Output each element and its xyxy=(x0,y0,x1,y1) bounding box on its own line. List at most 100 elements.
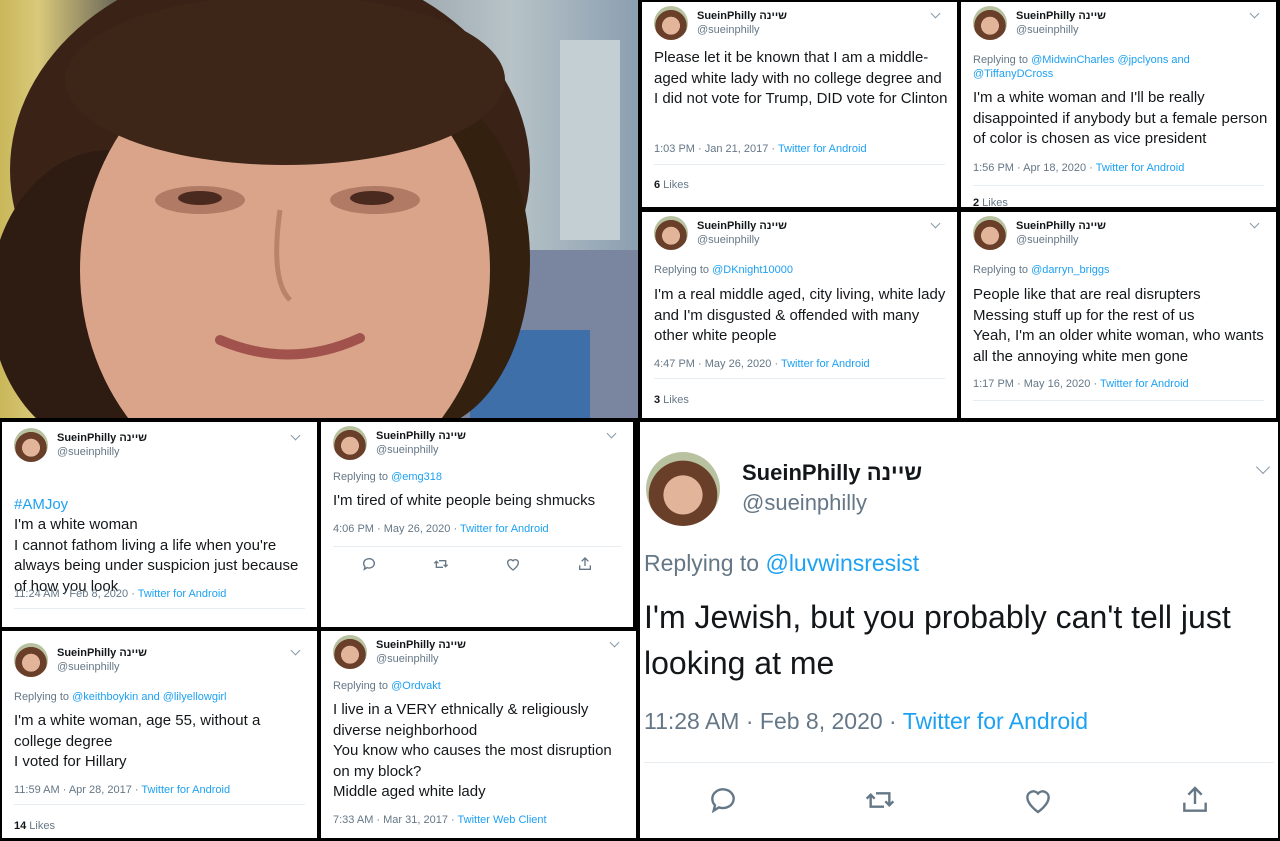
display-name[interactable]: SueinPhilly שיינה xyxy=(57,432,147,444)
tweet-card[interactable]: SueinPhilly שיינה @sueinphilly Please le… xyxy=(642,2,957,207)
display-name[interactable]: SueinPhilly שיינה xyxy=(697,10,787,22)
replying-label: Replying to xyxy=(333,680,392,692)
avatar[interactable] xyxy=(333,426,367,460)
tweet-source[interactable]: Twitter for Android xyxy=(141,784,230,796)
retweet-icon[interactable] xyxy=(864,784,896,816)
divider xyxy=(333,546,621,547)
share-icon[interactable] xyxy=(577,556,593,572)
tweet-time[interactable]: 1:56 PM · Apr 18, 2020 · xyxy=(973,162,1096,174)
likes-count[interactable]: 14 Likes xyxy=(14,820,55,832)
tweet-time[interactable]: 7:33 AM · Mar 31, 2017 · xyxy=(333,814,458,826)
tweet-source[interactable]: Twitter Web Client xyxy=(458,814,547,826)
tweet-card[interactable]: SueinPhilly שיינה @sueinphilly Replying … xyxy=(321,631,636,838)
hashtag-link[interactable]: #AMJoy xyxy=(14,496,68,513)
chevron-down-icon[interactable] xyxy=(290,645,301,656)
tweet-text: I live in a VERY ethnically & religiousl… xyxy=(333,701,612,800)
user-handle[interactable]: @sueinphilly xyxy=(57,446,120,458)
reply-icon[interactable] xyxy=(707,784,739,816)
user-handle[interactable]: @sueinphilly xyxy=(1016,234,1079,246)
tweet-time[interactable]: 1:17 PM · May 16, 2020 · xyxy=(973,378,1100,390)
likes-count[interactable]: 2 Likes xyxy=(973,197,1008,207)
avatar[interactable] xyxy=(654,216,688,250)
like-heart-icon[interactable] xyxy=(1022,784,1054,816)
tweet-timestamp: 4:06 PM · May 26, 2020 · Twitter for And… xyxy=(333,523,549,535)
tweet-time[interactable]: 11:24 AM · Feb 8, 2020 · xyxy=(14,588,138,600)
tweet-card[interactable]: SueinPhilly שיינה @sueinphilly Replying … xyxy=(2,631,317,838)
tweet-time[interactable]: 11:28 AM · Feb 8, 2020 · xyxy=(644,708,903,734)
avatar[interactable] xyxy=(654,6,688,40)
user-handle[interactable]: @sueinphilly xyxy=(697,24,760,36)
display-name[interactable]: SueinPhilly שיינה xyxy=(1016,220,1106,232)
reply-mention-link[interactable]: @luvwinsresist xyxy=(765,550,919,576)
reply-mention-link[interactable]: @emg318 xyxy=(391,471,442,483)
user-handle[interactable]: @sueinphilly xyxy=(697,234,760,246)
user-handle[interactable]: @sueinphilly xyxy=(742,490,867,516)
tweet-source[interactable]: Twitter for Android xyxy=(781,358,870,370)
likes-count[interactable]: 3 Likes xyxy=(654,394,689,406)
tweet-card[interactable]: SueinPhilly שיינה @sueinphilly Replying … xyxy=(961,2,1276,207)
replying-label: Replying to xyxy=(644,550,766,576)
replying-label: Replying to xyxy=(333,471,392,483)
likes-count[interactable]: 6 Likes xyxy=(654,179,689,191)
chevron-down-icon[interactable] xyxy=(1249,8,1260,19)
tweet-card[interactable]: SueinPhilly שיינה @sueinphilly #AMJoy I'… xyxy=(2,422,317,627)
tweet-time[interactable]: 1:03 PM · Jan 21, 2017 · xyxy=(654,143,778,155)
likes-number: 14 xyxy=(14,820,27,832)
tweet-time[interactable]: 11:59 AM · Apr 28, 2017 · xyxy=(14,784,141,796)
tweet-card[interactable]: SueinPhilly שיינה @sueinphilly Replying … xyxy=(321,422,633,627)
user-handle[interactable]: @sueinphilly xyxy=(376,653,439,665)
tweet-source[interactable]: Twitter for Android xyxy=(1100,378,1189,390)
tweet-header: SueinPhilly שיינה @sueinphilly xyxy=(333,426,625,462)
tweet-source[interactable]: Twitter for Android xyxy=(138,588,227,600)
tweet-source[interactable]: Twitter for Android xyxy=(1096,162,1185,174)
tweet-time[interactable]: 4:47 PM · May 26, 2020 · xyxy=(654,358,781,370)
reply-mention-link[interactable]: @darryn_briggs xyxy=(1031,264,1109,276)
display-name[interactable]: SueinPhilly שיינה xyxy=(376,430,466,442)
avatar[interactable] xyxy=(14,643,48,677)
tweet-timestamp: 11:24 AM · Feb 8, 2020 · Twitter for And… xyxy=(14,588,226,600)
tweet-card[interactable]: SueinPhilly שיינה @sueinphilly Replying … xyxy=(961,212,1276,418)
display-name[interactable]: SueinPhilly שיינה xyxy=(697,220,787,232)
chevron-down-icon[interactable] xyxy=(930,218,941,229)
tweet-card[interactable]: SueinPhilly שיינה @sueinphilly Replying … xyxy=(642,212,957,418)
tweet-source[interactable]: Twitter for Android xyxy=(778,143,867,155)
reply-mention-link[interactable]: @Ordvakt xyxy=(391,680,441,692)
display-name[interactable]: SueinPhilly שיינה xyxy=(1016,10,1106,22)
replying-to: Replying to @keithboykin and @lilyellowg… xyxy=(14,691,227,703)
tweet-header: SueinPhilly שיינה @sueinphilly xyxy=(333,635,628,671)
like-heart-icon[interactable] xyxy=(505,556,521,572)
divider xyxy=(973,400,1264,401)
tweet-card-large[interactable]: SueinPhilly שיינה @sueinphilly Replying … xyxy=(640,422,1278,838)
share-icon[interactable] xyxy=(1179,784,1211,816)
user-handle[interactable]: @sueinphilly xyxy=(1016,24,1079,36)
replying-to: Replying to @MidwinCharles @jpclyons and… xyxy=(973,53,1203,81)
reply-icon[interactable] xyxy=(361,556,377,572)
chevron-down-icon[interactable] xyxy=(930,8,941,19)
tweet-time[interactable]: 4:06 PM · May 26, 2020 · xyxy=(333,523,460,535)
divider xyxy=(14,804,305,805)
reply-mention-link[interactable]: @keithboykin and @lilyellowgirl xyxy=(72,691,226,703)
avatar[interactable] xyxy=(646,452,720,526)
avatar[interactable] xyxy=(333,635,367,669)
tweet-source[interactable]: Twitter for Android xyxy=(903,708,1088,734)
display-name[interactable]: SueinPhilly שיינה xyxy=(57,647,147,659)
chevron-down-icon[interactable] xyxy=(1255,459,1271,475)
chevron-down-icon[interactable] xyxy=(606,428,617,439)
retweet-icon[interactable] xyxy=(433,556,449,572)
avatar[interactable] xyxy=(973,216,1007,250)
user-handle[interactable]: @sueinphilly xyxy=(376,444,439,456)
replying-label: Replying to xyxy=(654,264,713,276)
chevron-down-icon[interactable] xyxy=(609,637,620,648)
user-handle[interactable]: @sueinphilly xyxy=(57,661,120,673)
tweet-timestamp: 4:47 PM · May 26, 2020 · Twitter for And… xyxy=(654,358,870,370)
display-name[interactable]: SueinPhilly שיינה xyxy=(742,460,922,486)
reply-mention-link[interactable]: @DKnight10000 xyxy=(712,264,793,276)
avatar[interactable] xyxy=(973,6,1007,40)
divider xyxy=(14,608,305,609)
chevron-down-icon[interactable] xyxy=(1249,218,1260,229)
chevron-down-icon[interactable] xyxy=(290,430,301,441)
tweet-timestamp: 1:03 PM · Jan 21, 2017 · Twitter for And… xyxy=(654,143,867,155)
avatar[interactable] xyxy=(14,428,48,462)
tweet-source[interactable]: Twitter for Android xyxy=(460,523,549,535)
display-name[interactable]: SueinPhilly שיינה xyxy=(376,639,466,651)
